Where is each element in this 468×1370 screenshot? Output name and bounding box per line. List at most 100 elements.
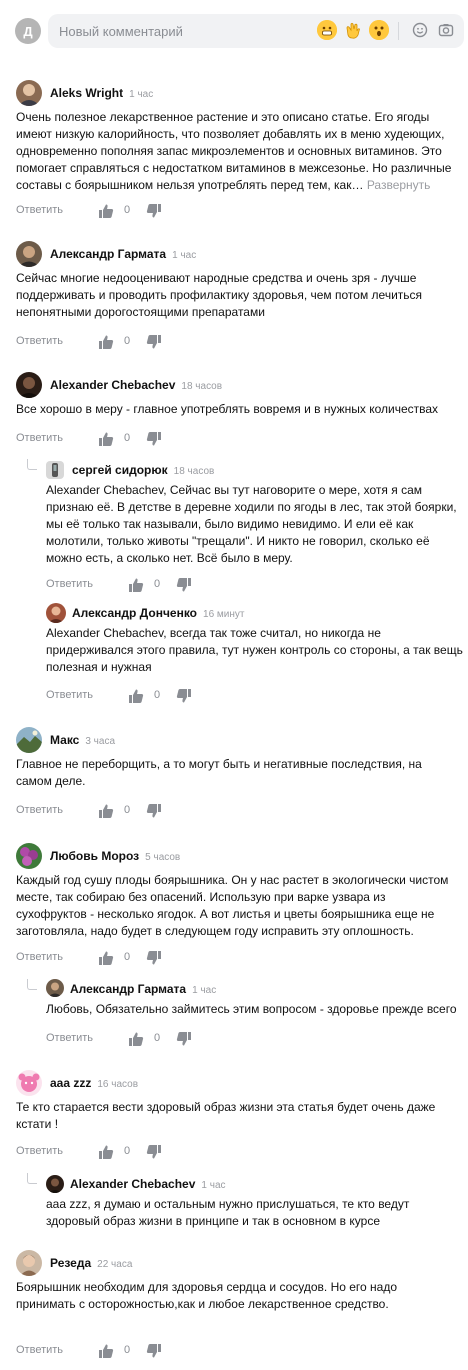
- author-name[interactable]: Александр Донченко 16 минут: [72, 606, 244, 620]
- user-avatar[interactable]: Д: [15, 18, 41, 44]
- like-count: 0: [154, 689, 161, 701]
- avatar[interactable]: [46, 461, 64, 479]
- comment: Резеда 22 часа Боярышник необходим для зд…: [16, 1250, 456, 1358]
- reply-button[interactable]: Ответить: [46, 578, 93, 590]
- comment-time: 16 часов: [97, 1079, 139, 1090]
- comment-text: Alexander Chebachev, Сейчас вы тут нагов…: [46, 483, 457, 565]
- thumbs-up-icon[interactable]: [98, 950, 114, 966]
- comment-text: Любовь, Обязательно займитесь этим вопро…: [46, 1002, 457, 1016]
- reply-button[interactable]: Ответить: [16, 951, 63, 963]
- avatar[interactable]: [16, 372, 42, 398]
- reply-button[interactable]: Ответить: [16, 804, 63, 816]
- thumbs-down-icon[interactable]: [146, 431, 162, 447]
- author-name[interactable]: Александр Гармата 1 час: [70, 982, 216, 996]
- thumbs-up-icon[interactable]: [128, 577, 144, 593]
- thumbs-down-icon[interactable]: [176, 688, 192, 704]
- comment-text: Alexander Chebachev, всегда так тоже счи…: [46, 626, 463, 674]
- thumbs-up-icon[interactable]: [128, 1031, 144, 1047]
- comment: aaa zzz 16 часов Те кто старается вести з…: [16, 1070, 456, 1159]
- avatar[interactable]: [16, 1250, 42, 1276]
- comment-time: 1 час: [172, 250, 197, 261]
- thumbs-down-icon[interactable]: [146, 334, 162, 350]
- thumbs-down-icon[interactable]: [146, 803, 162, 819]
- comment-header: Макс 3 часа: [16, 727, 456, 755]
- avatar[interactable]: [46, 603, 66, 623]
- author-name[interactable]: Любовь Мороз 5 часов: [50, 849, 180, 863]
- comment-time: 18 часов: [173, 466, 215, 477]
- thumbs-up-icon[interactable]: [98, 803, 114, 819]
- emoji-grin-icon[interactable]: [317, 20, 337, 40]
- reply-button[interactable]: Ответить: [16, 204, 63, 216]
- author-name[interactable]: Александр Гармата 1 час: [50, 247, 196, 261]
- comment-composer: Д Новый комментарий: [0, 14, 468, 48]
- author-name[interactable]: aaa zzz 16 часов: [50, 1076, 138, 1090]
- reply-button[interactable]: Ответить: [46, 1032, 93, 1044]
- comment-time: 1 час: [201, 1180, 226, 1191]
- like-count: 0: [154, 578, 161, 590]
- comment-text: Все хорошо в меру - главное употреблять …: [16, 402, 439, 416]
- comment: Макс 3 часа Главное не переборщить, а то …: [16, 727, 456, 818]
- thumbs-up-icon[interactable]: [98, 1144, 114, 1160]
- reply-button[interactable]: Ответить: [46, 689, 93, 701]
- author-name[interactable]: Резеда 22 часа: [50, 1256, 132, 1270]
- like-count: 0: [124, 804, 131, 816]
- author-name[interactable]: Aleks Wright 1 час: [50, 86, 153, 100]
- new-comment-input[interactable]: Новый комментарий: [48, 14, 464, 48]
- comment-time: 3 часа: [85, 736, 116, 747]
- comment-time: 1 час: [192, 985, 217, 996]
- comment-header: Резеда 22 часа: [16, 1250, 456, 1278]
- comment-header: Aleks Wright 1 час: [16, 80, 456, 108]
- reply-button[interactable]: Ответить: [16, 335, 63, 347]
- like-count: 0: [124, 1344, 131, 1356]
- thumbs-down-icon[interactable]: [146, 950, 162, 966]
- comment-text: Боярышник необходим для здоровья сердца …: [16, 1280, 398, 1311]
- comment-reply: Александр Донченко 16 минут Alexander Che…: [46, 603, 466, 703]
- comment: Александр Гармата 1 час Сейчас многие нед…: [16, 241, 456, 349]
- comment-text: Те кто старается вести здоровый образ жи…: [16, 1100, 436, 1131]
- thumbs-down-icon[interactable]: [146, 1144, 162, 1160]
- like-count: 0: [124, 204, 131, 216]
- avatar[interactable]: [16, 843, 42, 869]
- author-name[interactable]: Alexander Chebachev 18 часов: [50, 378, 222, 392]
- thumbs-up-icon[interactable]: [98, 203, 114, 219]
- avatar[interactable]: [46, 1175, 64, 1193]
- comment: Alexander Chebachev 18 часов Все хорошо в…: [16, 372, 456, 446]
- avatar[interactable]: [46, 979, 64, 997]
- emoji-picker-icon[interactable]: [412, 22, 428, 38]
- reply-button[interactable]: Ответить: [16, 1344, 63, 1356]
- avatar[interactable]: [16, 727, 42, 753]
- comment-header: сергей сидорюк 18 часов: [46, 461, 466, 481]
- comment-header: Александр Донченко 16 минут: [46, 603, 466, 625]
- avatar[interactable]: [16, 1070, 42, 1096]
- author-name[interactable]: сергей сидорюк 18 часов: [72, 463, 214, 477]
- emoji-surprised-icon[interactable]: [369, 20, 389, 40]
- comment-text: Сейчас многие недооценивают народные сре…: [16, 271, 423, 319]
- thumbs-up-icon[interactable]: [128, 688, 144, 704]
- avatar[interactable]: [16, 241, 42, 267]
- thumbs-up-icon[interactable]: [98, 334, 114, 350]
- thumbs-down-icon[interactable]: [146, 1343, 162, 1359]
- like-count: 0: [154, 1032, 161, 1044]
- reply-thread-icon: [27, 1173, 37, 1184]
- thumbs-down-icon[interactable]: [176, 1031, 192, 1047]
- expand-link[interactable]: Развернуть: [367, 178, 431, 192]
- camera-icon[interactable]: [438, 22, 454, 38]
- thumbs-up-icon[interactable]: [98, 431, 114, 447]
- like-count: 0: [124, 432, 131, 444]
- reply-thread-icon: [27, 459, 37, 470]
- thumbs-up-icon[interactable]: [98, 1343, 114, 1359]
- author-name[interactable]: Alexander Chebachev 1 час: [70, 1177, 226, 1191]
- comment: Aleks Wright 1 час Очень полезное лекарст…: [16, 80, 456, 218]
- emoji-clap-icon[interactable]: [343, 20, 363, 40]
- comment-time: 18 часов: [181, 381, 223, 392]
- reply-button[interactable]: Ответить: [16, 1145, 63, 1157]
- thumbs-down-icon[interactable]: [146, 203, 162, 219]
- reply-button[interactable]: Ответить: [16, 432, 63, 444]
- comment-header: aaa zzz 16 часов: [16, 1070, 456, 1098]
- author-name[interactable]: Макс 3 часа: [50, 733, 115, 747]
- comment: Любовь Мороз 5 часов Каждый год сушу плод…: [16, 843, 456, 965]
- thumbs-down-icon[interactable]: [176, 577, 192, 593]
- comment-reply: сергей сидорюк 18 часов Alexander Chebach…: [46, 461, 466, 592]
- comment-text: Очень полезное лекарственное растение и …: [16, 110, 452, 192]
- avatar[interactable]: [16, 80, 42, 106]
